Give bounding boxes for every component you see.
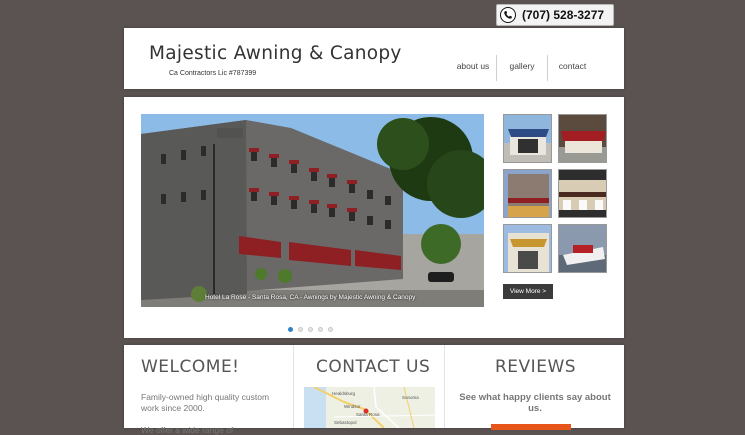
nav-contact-link[interactable]: contact (547, 55, 597, 81)
map-town-3: Santa Rosa (356, 412, 380, 417)
contact-column: CONTACT US Healdsburg Windsor Santa Rosa… (293, 345, 445, 428)
map-town-5: Sonoma (402, 395, 419, 400)
reviews-column: REVIEWS See what happy clients say about… (444, 345, 625, 430)
thumbnail-1[interactable] (503, 114, 552, 163)
license-number: Ca Contractors Lic #787399 (169, 70, 257, 77)
hotel-building-illustration (141, 114, 484, 307)
slider-dot-4[interactable] (318, 327, 323, 332)
contact-heading: CONTACT US (316, 357, 431, 377)
site-title[interactable]: Majestic Awning & Canopy (149, 43, 402, 64)
reviews-button[interactable] (491, 424, 571, 430)
thumbnail-2[interactable] (558, 114, 607, 163)
nav-about-link[interactable]: about us (450, 55, 496, 81)
slider-dot-2[interactable] (298, 327, 303, 332)
gallery-panel: Hotel La Rose - Santa Rosa, CA - Awnings… (124, 97, 624, 338)
view-more-button[interactable]: View More > (503, 284, 553, 299)
hero-caption: Hotel La Rose - Santa Rosa, CA - Awnings… (205, 294, 416, 301)
thumbnail-5[interactable] (503, 224, 552, 273)
thumbnail-6[interactable] (558, 224, 607, 273)
welcome-heading: WELCOME! (141, 357, 240, 377)
phone-icon (500, 7, 516, 23)
info-section: WELCOME! Family-owned high quality custo… (124, 345, 625, 435)
phone-number[interactable]: (707) 528-3277 (522, 8, 604, 22)
welcome-more-text: We offer a wide range of (141, 425, 234, 435)
map-town-4: Sebastopol (334, 420, 357, 425)
map-marker-icon (363, 408, 369, 414)
reviews-text: See what happy clients say about us. (459, 392, 611, 414)
nav-gallery-link[interactable]: gallery (496, 55, 547, 81)
main-nav: about us gallery contact (450, 55, 597, 81)
site-header: Majestic Awning & Canopy Ca Contractors … (124, 28, 624, 89)
phone-badge[interactable]: (707) 528-3277 (496, 4, 614, 26)
slider-dot-5[interactable] (328, 327, 333, 332)
welcome-column: WELCOME! Family-owned high quality custo… (124, 345, 292, 435)
map-town-1: Healdsburg (332, 391, 356, 396)
welcome-text: Family-owned high quality custom work si… (141, 392, 270, 413)
slider-dot-1[interactable] (288, 327, 293, 332)
map-town-2: Windsor (344, 404, 361, 409)
map-illustration: Healdsburg Windsor Santa Rosa Sebastopol… (304, 387, 435, 428)
hero-slide-image[interactable]: Hotel La Rose - Santa Rosa, CA - Awnings… (141, 114, 484, 307)
reviews-heading: REVIEWS (495, 357, 577, 377)
location-map[interactable]: Healdsburg Windsor Santa Rosa Sebastopol… (304, 387, 435, 428)
slider-dot-3[interactable] (308, 327, 313, 332)
thumbnail-3[interactable] (503, 169, 552, 218)
slider-dots (288, 327, 338, 332)
thumbnail-4[interactable] (558, 169, 607, 218)
